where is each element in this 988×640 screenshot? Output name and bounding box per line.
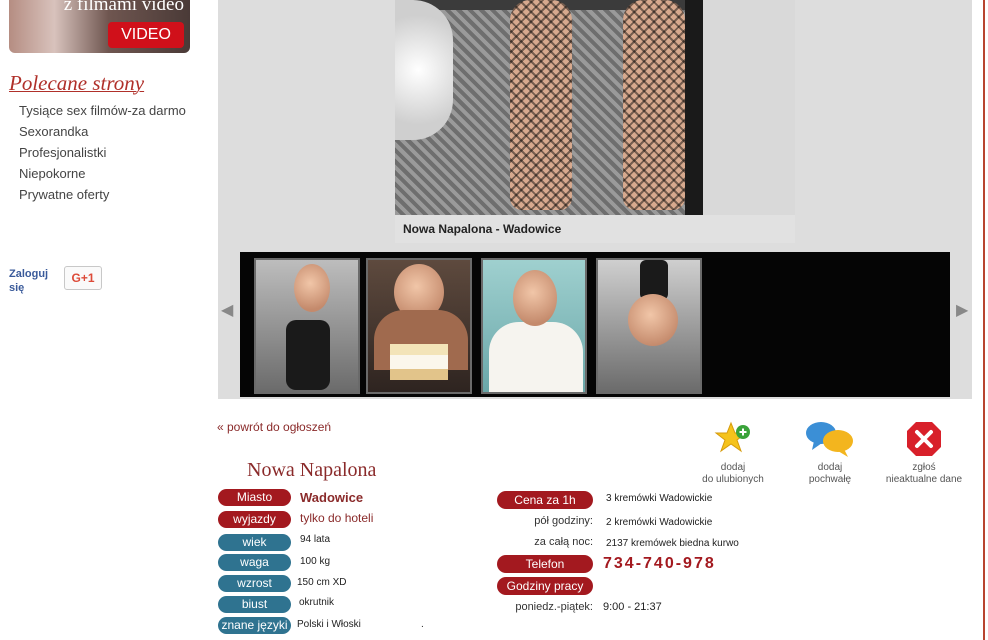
next-arrow-icon[interactable]: ▶ (956, 300, 968, 320)
action-label: pochwałę (808, 474, 852, 485)
days-value: 9:00 - 21:37 (603, 601, 662, 613)
field-value-height: 150 cm XD (297, 577, 347, 588)
photo-pouf (395, 0, 453, 140)
recommended-link[interactable]: Niepokorne (19, 163, 186, 184)
add-praise-action[interactable]: dodaj pochwałę (780, 420, 880, 486)
recommended-link[interactable]: Tysiące sex filmów-za darmo (19, 100, 186, 121)
action-label: nieaktualne dane (885, 474, 963, 485)
prev-arrow-icon[interactable]: ◀ (221, 300, 233, 320)
report-outdated-action[interactable]: zgłoś nieaktualne dane (874, 420, 974, 486)
days-label: poniedz.-piątek: (515, 601, 593, 613)
work-hours-label: Godziny pracy (497, 577, 593, 595)
thumb-face (294, 264, 330, 312)
thumb-face (628, 294, 678, 346)
price-night-label: za całą noc: (534, 536, 593, 548)
thumb-robe (489, 322, 583, 392)
thumbnail-1[interactable] (254, 258, 360, 394)
recommended-link[interactable]: Sexorandka (19, 121, 186, 142)
video-button[interactable]: VIDEO (108, 22, 184, 48)
field-label-bust: biust (218, 596, 291, 613)
stray-dot: . (421, 619, 424, 630)
field-value-bust: okrutnik (299, 597, 335, 608)
red-x-icon (907, 422, 941, 456)
photo-caption: Nowa Napalona - Wadowice (403, 222, 562, 236)
phone-label: Telefon (497, 555, 593, 573)
phone-number[interactable]: 734-740-978 (603, 555, 716, 573)
field-value-age: 94 lata (300, 534, 331, 545)
field-value-languages: Polski i Włoski (297, 619, 361, 630)
recommended-title[interactable]: Polecane strony (9, 71, 144, 96)
recommended-link[interactable]: Prywatne oferty (19, 184, 186, 205)
field-label-travel: wyjazdy (218, 511, 291, 528)
main-photo[interactable]: Nowa Napalona - Wadowice (395, 0, 795, 243)
star-plus-icon (714, 421, 750, 453)
action-label: dodaj (817, 462, 843, 473)
photo-leg (510, 0, 572, 210)
price-hour-label: Cena za 1h (497, 491, 593, 509)
back-to-listings-link[interactable]: « powrót do ogłoszeń (217, 420, 331, 434)
thumb-figure (286, 320, 330, 390)
field-label-city: Miasto (218, 489, 291, 506)
recommended-links: Tysiące sex filmów-za darmo Sexorandka P… (19, 100, 186, 205)
field-value-weight: 100 kg (300, 556, 331, 567)
add-favorite-action[interactable]: dodaj do ulubionych (683, 420, 783, 486)
price-half-value: 2 kremówki Wadowickie (606, 517, 713, 528)
field-value-city: Wadowice (300, 490, 364, 505)
thumbnail-4[interactable] (596, 258, 702, 394)
photo-leg (623, 0, 685, 210)
action-label: dodaj (720, 462, 746, 473)
thumbnail-3[interactable] (481, 258, 587, 394)
action-label: do ulubionych (702, 474, 764, 485)
thumb-face (513, 270, 557, 326)
field-label-languages: znane języki (218, 617, 291, 634)
action-label: zgłoś (912, 462, 936, 473)
speech-bubbles-icon (806, 422, 853, 457)
thumbnail-2[interactable] (366, 258, 472, 394)
video-promo-banner[interactable]: z filmami video VIDEO (9, 0, 190, 53)
field-value-travel: tylko do hoteli (300, 511, 374, 525)
profile-name: Nowa Napalona (247, 459, 377, 481)
thumbnail-track (240, 252, 950, 397)
google-plus-button[interactable]: G+1 (64, 266, 102, 290)
login-link[interactable]: Zaloguj się (9, 267, 53, 295)
price-night-value: 2137 kremówek biedna kurwo (606, 538, 739, 549)
price-half-label: pół godziny: (534, 515, 593, 527)
field-label-height: wzrost (218, 575, 291, 592)
photo-area: Nowa Napalona - Wadowice (218, 0, 972, 250)
price-hour-value: 3 kremówki Wadowickie (606, 493, 713, 504)
promo-text: z filmami video (63, 0, 184, 15)
recommended-link[interactable]: Profesjonalistki (19, 142, 186, 163)
thumbnail-strip: ◀ ▶ (218, 250, 972, 399)
photo-wall (685, 0, 795, 215)
page-border (983, 0, 985, 640)
thumb-cake (390, 344, 448, 380)
field-label-weight: waga (218, 554, 291, 571)
field-label-age: wiek (218, 534, 291, 551)
